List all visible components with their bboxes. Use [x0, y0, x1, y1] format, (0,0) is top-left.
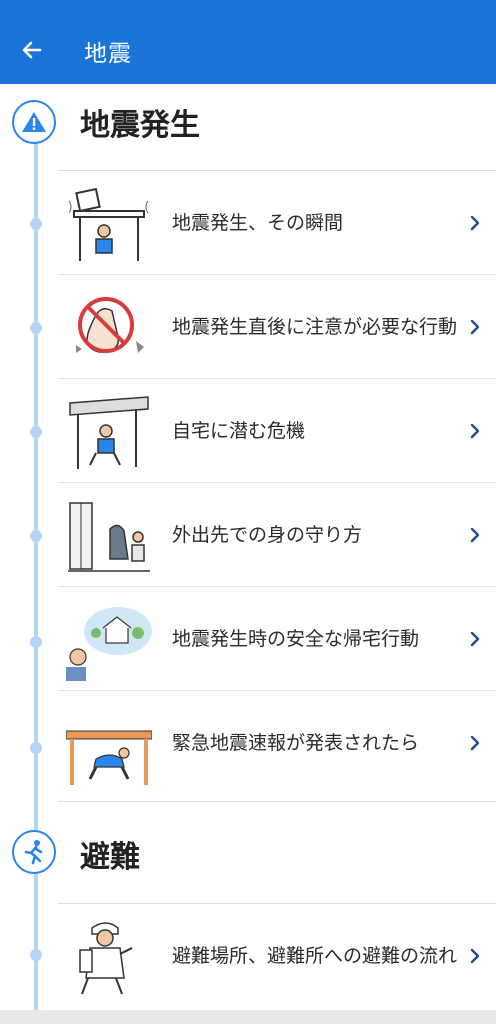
divider	[58, 801, 496, 802]
timeline-dot	[30, 426, 42, 438]
list-item-label: 地震発生、その瞬間	[172, 211, 344, 234]
list-item-label: 外出先での身の守り方	[172, 523, 363, 546]
section-header-evacuation: 避難	[0, 812, 496, 884]
list-item-emergency-alert[interactable]: 緊急地震速報が発表されたら	[58, 691, 496, 795]
section-title: 地震発生	[80, 108, 200, 143]
chevron-right-icon	[470, 631, 480, 647]
list-item-label: 地震発生直後に注意が必要な行動	[172, 315, 458, 338]
illustration-collapsed-house	[66, 389, 152, 473]
illustration-under-desk	[66, 181, 152, 265]
list-item-label: 避難場所、避難所への避難の流れ	[172, 944, 458, 967]
timeline-dot	[30, 636, 42, 648]
list-item-earthquake-moment[interactable]: 地震発生、その瞬間	[58, 171, 496, 275]
list-item-evacuation-flow[interactable]: 避難場所、避難所への避難の流れ	[58, 904, 496, 1008]
timeline-dot	[30, 218, 42, 230]
chevron-right-icon	[470, 423, 480, 439]
warning-icon	[12, 100, 56, 144]
section-title: 避難	[80, 840, 140, 875]
app-bar: 地震	[0, 0, 496, 84]
timeline-dot	[30, 742, 42, 754]
list-item-protect-outside[interactable]: 外出先での身の守り方	[58, 483, 496, 587]
illustration-no-barefoot	[66, 285, 152, 369]
list-item-after-quake-actions[interactable]: 地震発生直後に注意が必要な行動	[58, 275, 496, 379]
list-item-label: 自宅に潜む危機	[172, 419, 306, 442]
timeline-dot	[30, 949, 42, 961]
illustration-crawl-under-table	[65, 701, 153, 785]
illustration-evacuee	[66, 914, 152, 998]
list-item-label: 地震発生時の安全な帰宅行動	[172, 627, 420, 650]
illustration-outside-shelter	[66, 493, 152, 577]
back-arrow-icon[interactable]	[18, 36, 46, 64]
section-header-earthquake: 地震発生	[0, 86, 496, 158]
illustration-thinking-of-home	[66, 597, 152, 681]
list-item-label: 緊急地震速報が発表されたら	[172, 731, 420, 754]
timeline-dot	[30, 322, 42, 334]
chevron-right-icon	[470, 948, 480, 964]
chevron-right-icon	[470, 319, 480, 335]
list-item-home-danger[interactable]: 自宅に潜む危機	[58, 379, 496, 483]
running-person-icon	[12, 830, 56, 874]
bottom-edge	[0, 1010, 496, 1024]
chevron-right-icon	[470, 215, 480, 231]
timeline-dot	[30, 530, 42, 542]
chevron-right-icon	[470, 735, 480, 751]
list-item-safe-return-home[interactable]: 地震発生時の安全な帰宅行動	[58, 587, 496, 691]
page-title: 地震	[84, 41, 132, 67]
chevron-right-icon	[470, 527, 480, 543]
